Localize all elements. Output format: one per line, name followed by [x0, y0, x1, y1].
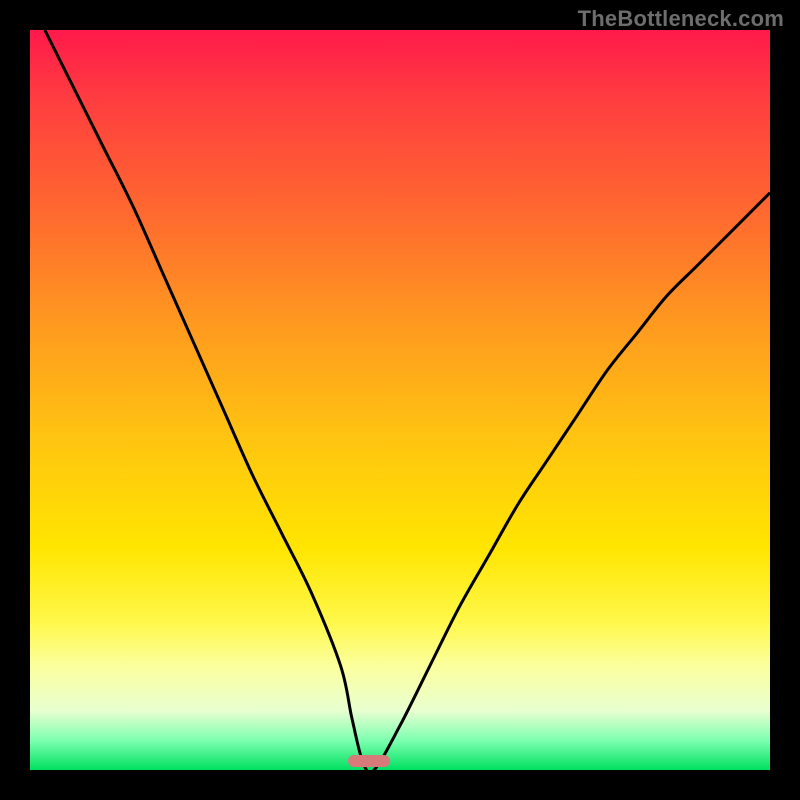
optimum-marker [348, 755, 390, 767]
plot-area [30, 30, 770, 770]
curve-layer [30, 30, 770, 770]
chart-frame: TheBottleneck.com [0, 0, 800, 800]
watermark-text: TheBottleneck.com [578, 6, 784, 32]
bottleneck-curve-path [45, 30, 770, 770]
